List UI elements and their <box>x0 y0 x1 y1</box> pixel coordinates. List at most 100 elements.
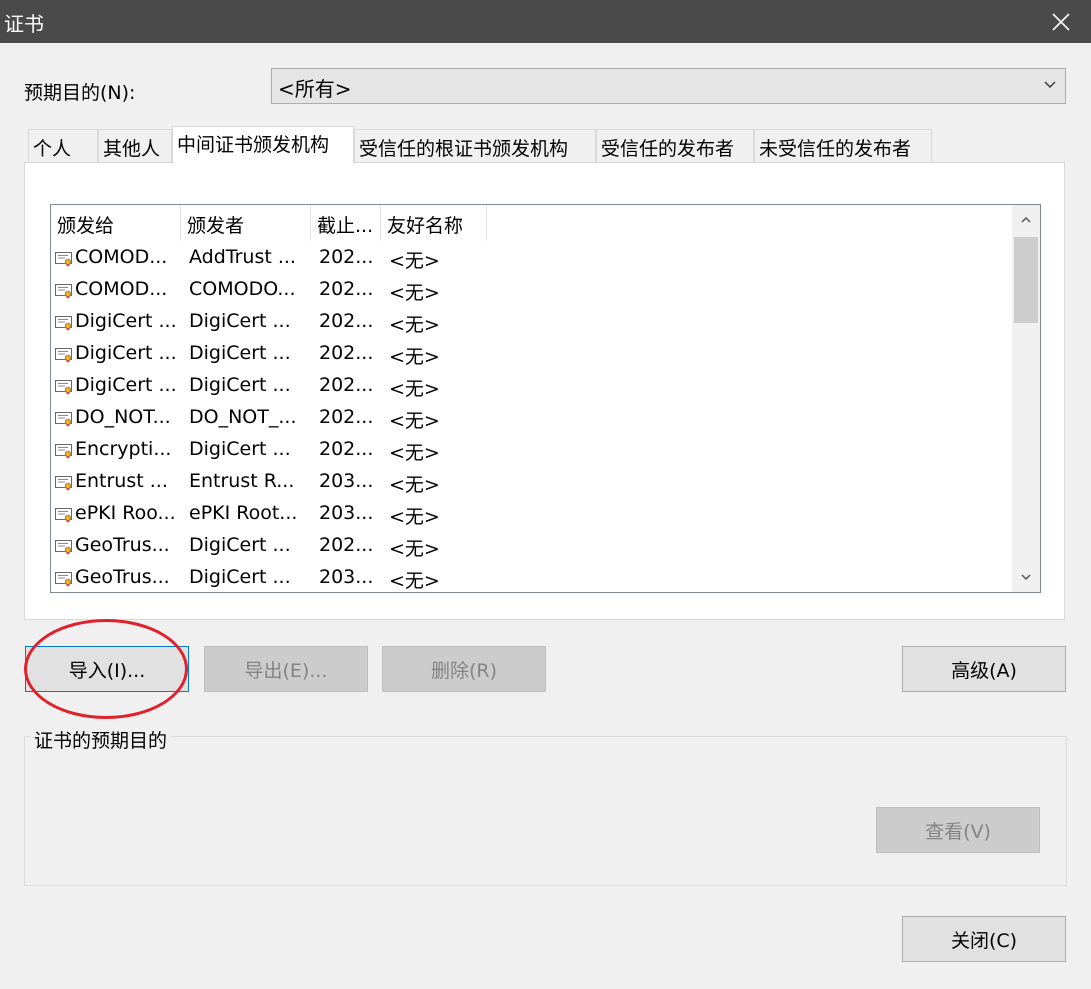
advanced-button[interactable]: 高级(A) <box>902 646 1066 692</box>
cell-friendly-name: <无> <box>389 346 440 368</box>
scroll-down-button[interactable] <box>1012 562 1040 592</box>
cell-issued-by: DigiCert ... <box>189 566 291 588</box>
tab-label: 中间证书颁发机构 <box>177 134 330 156</box>
close-icon <box>1052 12 1070 31</box>
group-label: 证书的预期目的 <box>31 726 171 753</box>
table-row[interactable]: GeoTrus... DigiCert ... 202... <无> <box>51 531 1011 563</box>
cell-issued-by: Entrust R... <box>189 470 295 492</box>
cell-friendly-name: <无> <box>389 506 440 528</box>
import-button[interactable]: 导入(I)... <box>25 646 189 692</box>
cell-expiration: 203... <box>319 502 374 524</box>
cell-expiration: 202... <box>319 438 374 460</box>
column-header-issued-by[interactable]: 颁发者 <box>181 205 311 241</box>
cell-friendly-name: <无> <box>389 314 440 336</box>
title-bar: 证书 <box>0 0 1091 43</box>
close-button-label: 关闭(C) <box>950 929 1018 952</box>
cell-friendly-name: <无> <box>389 250 440 272</box>
scroll-thumb[interactable] <box>1014 237 1038 323</box>
tab-label: 受信任的发布者 <box>601 138 735 160</box>
cell-issued-by: AddTrust ... <box>189 246 296 268</box>
table-row[interactable]: DigiCert ... DigiCert ... 202... <无> <box>51 371 1011 403</box>
chevron-down-icon <box>1044 81 1056 88</box>
cell-issued-to: DigiCert ... <box>75 342 177 364</box>
cell-issued-by: DigiCert ... <box>189 534 291 556</box>
cell-issued-by: DigiCert ... <box>189 342 291 364</box>
cell-issued-by: DigiCert ... <box>189 310 291 332</box>
chevron-up-icon <box>1021 216 1031 223</box>
cell-issued-to: DO_NOT... <box>75 406 171 428</box>
certificate-icon <box>55 316 72 331</box>
table-row[interactable]: Encrypti... DigiCert ... 202... <无> <box>51 435 1011 467</box>
tab-intermediate-ca[interactable]: 中间证书颁发机构 <box>172 126 354 164</box>
cell-expiration: 202... <box>319 342 374 364</box>
close-button[interactable]: 关闭(C) <box>902 916 1066 962</box>
cell-issued-by: DigiCert ... <box>189 374 291 396</box>
cell-expiration: 202... <box>319 310 374 332</box>
tab-label: 其他人 <box>103 138 161 160</box>
cell-expiration: 203... <box>319 566 374 588</box>
certificate-icon <box>55 380 72 395</box>
certificate-icon <box>55 348 72 363</box>
cell-expiration: 203... <box>319 470 374 492</box>
cell-expiration: 202... <box>319 534 374 556</box>
remove-button[interactable]: 删除(R) <box>382 646 546 692</box>
cell-friendly-name: <无> <box>389 282 440 304</box>
purpose-dropdown[interactable]: <所有> <box>271 68 1066 104</box>
certificate-icon <box>55 284 72 299</box>
column-header-expiration[interactable]: 截止... <box>311 205 381 241</box>
cell-issued-to: COMOD... <box>75 278 168 300</box>
cell-issued-to: Entrust ... <box>75 470 168 492</box>
scroll-up-button[interactable] <box>1012 205 1040 235</box>
column-header-issued-to[interactable]: 颁发给 <box>51 205 181 241</box>
purpose-label: 预期目的(N): <box>24 82 136 104</box>
cell-friendly-name: <无> <box>389 474 440 496</box>
column-header-friendly-name[interactable]: 友好名称 <box>381 205 487 241</box>
cell-issued-to: ePKI Roo... <box>75 502 176 524</box>
cell-issued-to: DigiCert ... <box>75 374 177 396</box>
cell-expiration: 202... <box>319 406 374 428</box>
tab-label: 未受信任的发布者 <box>759 138 912 160</box>
vertical-scrollbar[interactable] <box>1012 205 1040 592</box>
list-header: 颁发给 颁发者 截止... 友好名称 <box>51 205 1011 241</box>
certificate-icon <box>55 412 72 427</box>
cell-expiration: 202... <box>319 278 374 300</box>
cell-friendly-name: <无> <box>389 442 440 464</box>
table-row[interactable]: DO_NOT... DO_NOT_... 202... <无> <box>51 403 1011 435</box>
cell-expiration: 202... <box>319 246 374 268</box>
table-row[interactable]: DigiCert ... DigiCert ... 202... <无> <box>51 307 1011 339</box>
tab-other-people[interactable]: 其他人 <box>98 129 172 163</box>
certificate-icon <box>55 508 72 523</box>
tab-label: 受信任的根证书颁发机构 <box>359 138 569 160</box>
purpose-selected-value: <所有> <box>278 77 352 101</box>
view-button[interactable]: 查看(V) <box>876 807 1040 853</box>
tab-trusted-root-ca[interactable]: 受信任的根证书颁发机构 <box>354 129 596 163</box>
table-row[interactable]: DigiCert ... DigiCert ... 202... <无> <box>51 339 1011 371</box>
tab-untrusted-publishers[interactable]: 未受信任的发布者 <box>754 129 932 163</box>
cell-friendly-name: <无> <box>389 378 440 400</box>
cell-issued-to: COMOD... <box>75 246 168 268</box>
window-title: 证书 <box>4 12 44 36</box>
tab-personal[interactable]: 个人 <box>28 129 98 163</box>
export-button-label: 导出(E)... <box>244 659 328 682</box>
tab-label: 个人 <box>33 138 72 160</box>
certificate-icon <box>55 540 72 555</box>
cell-issued-by: DigiCert ... <box>189 438 291 460</box>
cell-issued-by: COMODO... <box>189 278 296 300</box>
certificate-icon <box>55 252 72 267</box>
table-row[interactable]: Entrust ... Entrust R... 203... <无> <box>51 467 1011 499</box>
table-row[interactable]: COMOD... AddTrust ... 202... <无> <box>51 243 1011 275</box>
table-row[interactable]: GeoTrus... DigiCert ... 203... <无> <box>51 563 1011 592</box>
cell-friendly-name: <无> <box>389 570 440 592</box>
table-row[interactable]: ePKI Roo... ePKI Root... 203... <无> <box>51 499 1011 531</box>
close-window-button[interactable] <box>1031 0 1091 43</box>
certificate-icon <box>55 444 72 459</box>
cell-issued-to: GeoTrus... <box>75 534 170 556</box>
tab-trusted-publishers[interactable]: 受信任的发布者 <box>596 129 754 163</box>
certificate-list[interactable]: 颁发给 颁发者 截止... 友好名称 COMOD... AddTrust ... 2… <box>50 204 1041 593</box>
table-row[interactable]: COMOD... COMODO... 202... <无> <box>51 275 1011 307</box>
export-button[interactable]: 导出(E)... <box>204 646 368 692</box>
certificate-icon <box>55 476 72 491</box>
cell-expiration: 202... <box>319 374 374 396</box>
view-button-label: 查看(V) <box>925 820 991 843</box>
cell-issued-to: Encrypti... <box>75 438 172 460</box>
